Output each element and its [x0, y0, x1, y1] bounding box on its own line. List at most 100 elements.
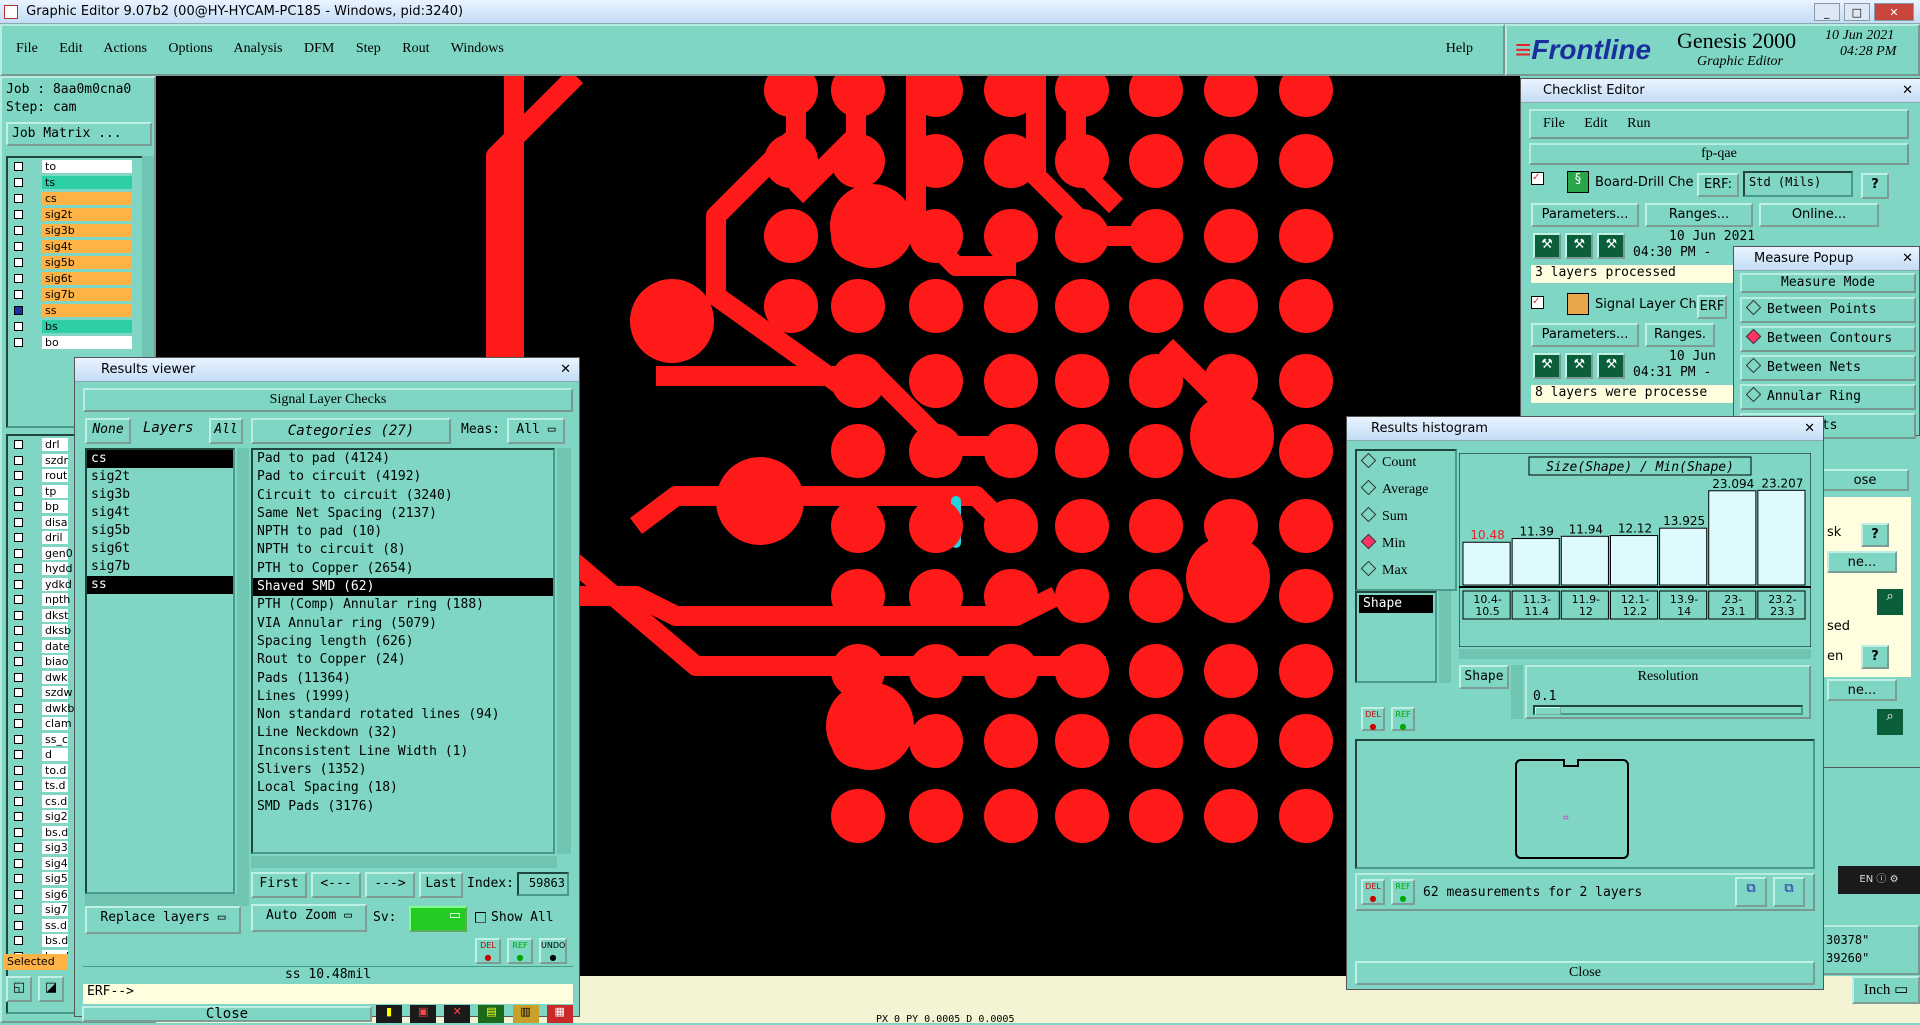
footer-del-button[interactable]: DEL ● — [1361, 879, 1385, 905]
measure-close-icon[interactable]: ✕ — [1902, 247, 1913, 271]
erf-help-button[interactable]: ? — [1861, 173, 1889, 199]
misc-layer-name[interactable]: cs.d — [42, 794, 68, 808]
category-item[interactable]: Non standard rotated lines (94) — [253, 706, 553, 724]
tool-icon-2[interactable]: ▣ — [410, 1005, 437, 1023]
erf-button-2[interactable]: ERF — [1697, 295, 1727, 319]
misc-layer-name[interactable]: dwkb — [42, 701, 74, 715]
ranges-button[interactable]: Ranges... — [1645, 203, 1753, 227]
misc-layer-name[interactable]: dril — [42, 531, 68, 544]
layer-name[interactable]: sig4t — [42, 240, 132, 253]
measure-radio[interactable] — [1745, 386, 1762, 403]
replace-layers-select[interactable]: Replace layers ▭ — [85, 906, 241, 934]
erf-button[interactable]: ERF: — [1697, 173, 1739, 197]
resolution-slider[interactable] — [1533, 705, 1803, 715]
layer-name[interactable]: sig2t — [42, 208, 132, 221]
histogram-bar[interactable] — [1708, 490, 1757, 586]
mode-radio[interactable] — [1360, 452, 1377, 469]
all-button[interactable]: All — [209, 418, 243, 444]
menu-file[interactable]: File — [16, 41, 38, 56]
layer-name[interactable]: sig3b — [42, 224, 132, 237]
run-icon-6[interactable]: ⚒ — [1597, 353, 1626, 379]
misc-layer-name[interactable]: sig3 — [42, 841, 68, 854]
measure-radio[interactable] — [1745, 357, 1762, 374]
misc-layer-checkbox[interactable] — [14, 533, 23, 542]
misc-layer-name[interactable]: ts.d — [42, 779, 68, 792]
measure-option[interactable]: Annular Ring — [1740, 384, 1916, 410]
category-item[interactable]: Same Net Spacing (2137) — [253, 505, 553, 523]
results-close-button[interactable]: Close — [82, 1006, 372, 1022]
tool-icon-4[interactable]: ▤ — [478, 1005, 505, 1023]
footer-ref-button[interactable]: REF ● — [1391, 879, 1415, 905]
histogram-mode[interactable]: Min — [1360, 533, 1405, 552]
category-item[interactable]: PTH to Copper (2654) — [253, 560, 553, 578]
layer-row[interactable]: ss — [14, 304, 132, 318]
tool-icon-3[interactable]: ✕ — [444, 1005, 471, 1023]
measure-option[interactable]: Between Nets — [1740, 355, 1916, 381]
layer-checkbox[interactable] — [14, 242, 23, 251]
auto-zoom-select[interactable]: Auto Zoom ▭ — [251, 904, 367, 932]
mode-radio[interactable] — [1360, 506, 1377, 523]
layer-row[interactable]: sig5b — [14, 256, 132, 270]
layer-checkbox[interactable] — [14, 258, 23, 267]
misc-layer-checkbox[interactable] — [14, 874, 23, 883]
shape-button[interactable]: Shape — [1459, 665, 1509, 689]
category-item[interactable]: Rout to Copper (24) — [253, 651, 553, 669]
misc-layer-checkbox[interactable] — [14, 889, 23, 899]
measure-radio[interactable] — [1745, 328, 1762, 345]
maximize-button[interactable]: □ — [1843, 3, 1870, 21]
last-button[interactable]: Last — [419, 872, 463, 898]
misc-layer-name[interactable]: dkst — [42, 608, 68, 622]
del-button[interactable]: DEL ● — [475, 938, 501, 964]
misc-layer-checkbox[interactable] — [14, 548, 23, 558]
run-icon-3[interactable]: ⚒ — [1597, 233, 1626, 259]
menu-analysis[interactable]: Analysis — [234, 41, 283, 56]
layer-list-hscroll[interactable] — [85, 894, 249, 906]
unit-select[interactable]: Inch ▭ — [1852, 976, 1920, 1004]
histogram-bar[interactable] — [1659, 527, 1708, 586]
misc-layer-checkbox[interactable] — [14, 781, 23, 790]
misc-layer-checkbox[interactable] — [14, 626, 23, 635]
misc-layer-name[interactable]: rout — [42, 469, 68, 482]
layer-name[interactable]: bo — [42, 336, 132, 349]
category-item[interactable]: Lines (1999) — [253, 688, 553, 706]
category-item[interactable]: Slivers (1352) — [253, 761, 553, 779]
shape-item[interactable]: Shape — [1359, 595, 1433, 613]
misc-layer-name[interactable]: sig6 — [42, 887, 68, 901]
misc-layer-name[interactable]: ss_c — [42, 732, 68, 746]
index-field[interactable]: 59863 — [517, 872, 569, 896]
misc-layer-name[interactable]: ydkd — [42, 577, 72, 591]
erf-command-line[interactable]: ERF--> — [83, 984, 573, 1004]
misc-layer-name[interactable]: d — [42, 748, 68, 761]
layer-row[interactable]: sig3b — [14, 224, 132, 238]
misc-layer-name[interactable]: dksb — [42, 624, 71, 637]
misc-layer-name[interactable]: tp — [42, 484, 68, 498]
misc-layer-name[interactable]: clam — [42, 717, 72, 730]
misc-layer-checkbox[interactable] — [14, 564, 23, 573]
menu-options[interactable]: Options — [168, 41, 212, 56]
mode-radio[interactable] — [1360, 533, 1377, 550]
histogram-bar[interactable] — [1609, 535, 1659, 586]
misc-layer-checkbox[interactable] — [14, 471, 23, 480]
misc-layer-name[interactable]: date — [42, 639, 70, 653]
misc-layer-name[interactable]: biao — [42, 655, 69, 668]
minimize-button[interactable]: _ — [1813, 3, 1840, 21]
menu-edit[interactable]: Edit — [59, 41, 82, 56]
layer-checkbox[interactable] — [14, 306, 23, 315]
histogram-bar[interactable] — [1560, 535, 1609, 586]
result-layer-item[interactable]: sig4t — [87, 504, 233, 522]
check-item-name-2[interactable]: Signal Layer Ch — [1595, 297, 1697, 312]
misc-layer-name[interactable]: bs.d — [42, 934, 68, 947]
help-button-4[interactable]: ? — [1861, 645, 1889, 669]
misc-layer-checkbox[interactable] — [14, 843, 23, 852]
close-window-button[interactable]: ✕ — [1874, 3, 1914, 21]
result-layer-item[interactable]: sig3b — [87, 486, 233, 504]
misc-layer-name[interactable]: szdr — [42, 453, 68, 467]
histogram-close-button[interactable]: Close — [1355, 961, 1815, 985]
result-layer-item[interactable]: sig5b — [87, 522, 233, 540]
misc-layer-checkbox[interactable] — [14, 703, 23, 713]
result-layer-item[interactable]: cs — [87, 450, 233, 468]
category-item[interactable]: Pad to circuit (4192) — [253, 468, 553, 486]
category-item[interactable]: NPTH to circuit (8) — [253, 541, 553, 559]
misc-layer-checkbox[interactable] — [14, 858, 23, 868]
category-item[interactable]: Pad to pad (4124) — [253, 450, 553, 468]
